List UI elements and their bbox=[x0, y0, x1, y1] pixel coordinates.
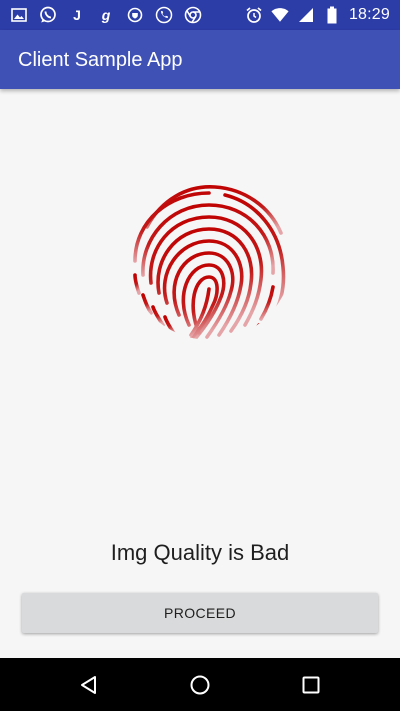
phone-icon bbox=[155, 6, 173, 24]
fingerprint-icon bbox=[127, 175, 293, 341]
gallery-icon bbox=[10, 6, 28, 24]
battery-icon bbox=[323, 6, 341, 24]
signal-icon bbox=[297, 6, 315, 24]
whatsapp-icon bbox=[39, 6, 57, 24]
proceed-button[interactable]: PROCEED bbox=[22, 593, 378, 633]
system-status: 18:29 bbox=[245, 6, 390, 24]
recents-icon[interactable] bbox=[294, 668, 328, 702]
status-bar: J g 18:29 bbox=[0, 0, 400, 30]
j-app-icon: J bbox=[73, 7, 81, 23]
quality-message: Img Quality is Bad bbox=[110, 540, 290, 565]
shield-icon bbox=[126, 6, 144, 24]
chrome-icon bbox=[184, 6, 202, 24]
clock: 18:29 bbox=[348, 6, 390, 23]
navigation-bar bbox=[0, 658, 400, 711]
back-icon[interactable] bbox=[72, 668, 106, 702]
app-title: Client Sample App bbox=[18, 48, 183, 71]
alarm-icon bbox=[245, 6, 263, 24]
home-icon[interactable] bbox=[183, 668, 217, 702]
wifi-icon bbox=[271, 6, 289, 24]
notification-icons: J g bbox=[10, 6, 202, 24]
app-bar: Client Sample App bbox=[0, 30, 400, 89]
g-app-icon: g bbox=[101, 7, 111, 23]
